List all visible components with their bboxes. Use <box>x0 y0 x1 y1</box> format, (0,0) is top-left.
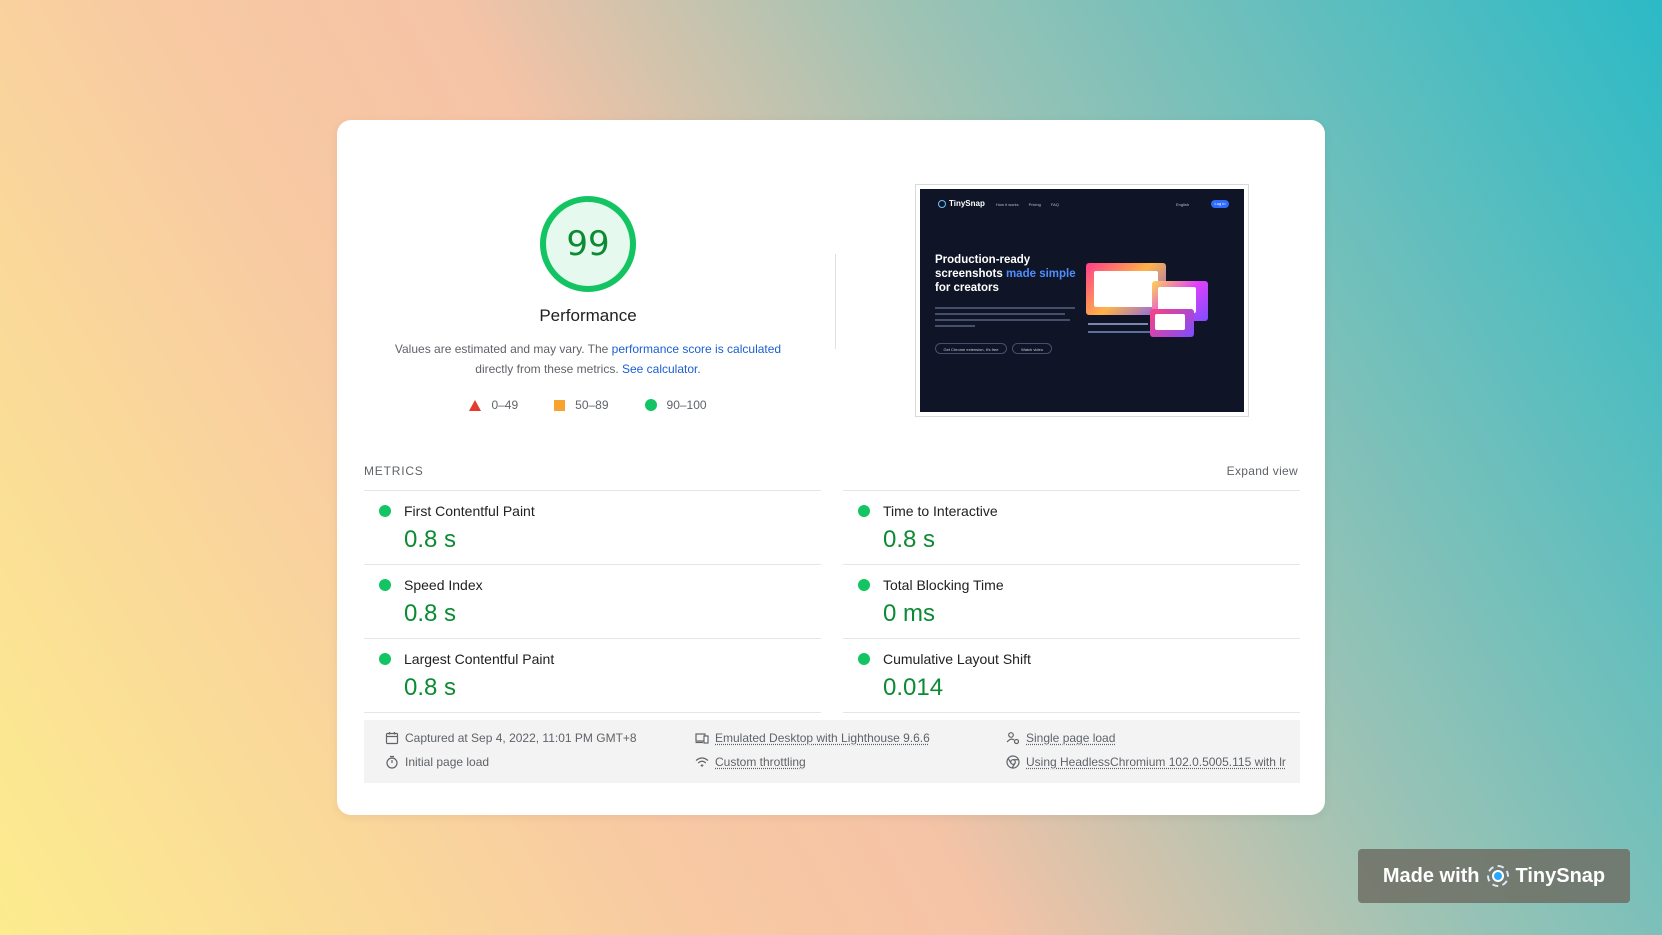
hero-highlight: made simple <box>1005 268 1076 280</box>
tinysnap-logo-icon <box>1486 865 1509 887</box>
description-text-1: Values are estimated and may vary. The <box>394 342 612 356</box>
thumbnail-social-row <box>1088 323 1148 325</box>
footer-single-page-text: Single page load <box>1026 731 1116 745</box>
footer-emulated-text: Emulated Desktop with Lighthouse 9.6.6 <box>715 731 930 745</box>
pass-circle-icon <box>858 579 870 591</box>
thumbnail-logo: TinySnap <box>938 199 985 208</box>
footer-throttling[interactable]: Custom throttling <box>695 755 806 769</box>
metric-value: 0.8 s <box>883 526 936 553</box>
legend-average: 50–89 <box>554 398 609 412</box>
legend-average-label: 50–89 <box>575 398 609 412</box>
square-orange-icon <box>554 399 566 411</box>
calendar-icon <box>385 732 399 745</box>
circle-green-icon <box>644 399 657 411</box>
pass-circle-icon <box>379 653 391 665</box>
footer-captured-text: Captured at Sep 4, 2022, 11:01 PM GMT+8 <box>405 731 637 745</box>
thumbnail-nav: How it works Pricing FAQ <box>996 202 1059 207</box>
metric-value: 0.8 s <box>404 600 457 627</box>
metric-value: 0.8 s <box>404 674 457 701</box>
pass-circle-icon <box>858 653 870 665</box>
footer-single-page-load[interactable]: Single page load <box>1006 731 1115 745</box>
thumbnail-primary-button: Get Chrome extension, it's free <box>935 343 1007 354</box>
devices-icon <box>695 733 709 744</box>
metric-value: 0 ms <box>883 600 936 627</box>
performance-title: Performance <box>539 306 637 325</box>
hero-line-3: for creators <box>935 282 999 294</box>
thumbnail-language: English <box>1176 202 1190 207</box>
wifi-icon <box>695 757 709 767</box>
metric-largest-contentful-paint: Largest Contentful Paint 0.8 s <box>364 638 821 713</box>
metric-time-to-interactive: Time to Interactive 0.8 s <box>843 490 1300 564</box>
thumbnail-nav-item: Pricing <box>1028 202 1041 207</box>
triangle-red-icon <box>469 399 482 411</box>
metric-label: Cumulative Layout Shift <box>883 651 1031 667</box>
runtime-settings-footer: Captured at Sep 4, 2022, 11:01 PM GMT+8 … <box>364 720 1300 783</box>
thumbnail-nav-item: FAQ <box>1050 202 1059 207</box>
legend-fail: 0–49 <box>469 398 518 412</box>
thumbnail-secondary-button: Watch video <box>1012 343 1052 354</box>
thumbnail-hero-heading: Production-ready screenshots made simple… <box>935 253 1085 295</box>
final-screenshot-thumbnail[interactable]: TinySnap How it works Pricing FAQ Englis… <box>915 184 1249 417</box>
hero-line-1: Production-ready <box>935 254 1031 266</box>
pass-circle-icon <box>379 505 391 517</box>
legend-fail-label: 0–49 <box>491 398 519 412</box>
metric-speed-index: Speed Index 0.8 s <box>364 564 821 638</box>
logo-icon <box>938 199 946 208</box>
metric-label: Time to Interactive <box>883 503 998 519</box>
performance-gauge: 99 <box>538 194 638 294</box>
footer-throttling-text: Custom throttling <box>715 755 806 769</box>
hero-text-line <box>935 307 1075 309</box>
performance-description: Values are estimated and may vary. The p… <box>388 339 788 379</box>
pass-circle-icon <box>379 579 391 591</box>
metric-value: 0.014 <box>883 674 944 701</box>
person-gear-icon <box>1006 732 1020 745</box>
footer-captured: Captured at Sep 4, 2022, 11:01 PM GMT+8 <box>385 731 637 745</box>
metric-cumulative-layout-shift: Cumulative Layout Shift 0.014 <box>843 638 1300 713</box>
stopwatch-icon <box>386 755 398 769</box>
hero-text-line <box>935 325 975 327</box>
footer-emulated-device[interactable]: Emulated Desktop with Lighthouse 9.6.6 <box>695 731 930 745</box>
chrome-icon <box>1006 755 1020 769</box>
score-calculated-link[interactable]: performance score is calculated <box>612 342 781 356</box>
footer-browser-text: Using HeadlessChromium 102.0.5005.115 wi… <box>1026 755 1286 769</box>
legend-pass: 90–100 <box>644 398 707 412</box>
metric-total-blocking-time: Total Blocking Time 0 ms <box>843 564 1300 638</box>
metrics-heading: METRICS <box>364 464 424 478</box>
thumbnail-social-row <box>1088 331 1150 333</box>
score-legend: 0–49 50–89 90–100 <box>388 398 788 412</box>
thumbnail-graphic <box>1150 309 1194 337</box>
thumbnail-login-button: Log in <box>1211 200 1229 208</box>
footer-browser[interactable]: Using HeadlessChromium 102.0.5005.115 wi… <box>1006 755 1286 769</box>
badge-brand: TinySnap <box>1515 864 1606 887</box>
footer-initial-load: Initial page load <box>385 755 489 769</box>
made-with-tinysnap-badge[interactable]: Made with TinySnap <box>1358 849 1630 903</box>
metric-label: First Contentful Paint <box>404 503 535 519</box>
metric-label: Total Blocking Time <box>883 577 1004 593</box>
expand-view-toggle[interactable]: Expand view <box>1227 464 1298 478</box>
metrics-column-right: Time to Interactive 0.8 s Total Blocking… <box>843 490 1300 713</box>
hero-text-line <box>935 313 1065 315</box>
badge-text: Made with <box>1382 864 1480 887</box>
legend-pass-label: 90–100 <box>666 398 707 412</box>
lighthouse-report-card: 99 Performance Values are estimated and … <box>337 120 1325 815</box>
metric-label: Largest Contentful Paint <box>404 651 555 667</box>
thumbnail-graphic-window <box>1094 271 1158 307</box>
metrics-column-left: First Contentful Paint 0.8 s Speed Index… <box>364 490 821 713</box>
thumbnail-logo-text: TinySnap <box>949 199 985 208</box>
pass-circle-icon <box>858 505 870 517</box>
hero-line-2: screenshots <box>935 268 1006 280</box>
metric-label: Speed Index <box>404 577 483 593</box>
section-divider <box>835 254 836 349</box>
description-text-2: directly from these metrics. <box>475 362 622 376</box>
hero-text-line <box>935 319 1070 321</box>
thumbnail-nav-item: How it works <box>996 202 1019 207</box>
metric-value: 0.8 s <box>404 526 457 553</box>
thumbnail-graphic-window <box>1155 314 1185 330</box>
metric-first-contentful-paint: First Contentful Paint 0.8 s <box>364 490 821 564</box>
see-calculator-link[interactable]: See calculator. <box>622 362 701 376</box>
footer-initial-load-text: Initial page load <box>405 755 490 769</box>
performance-score: 99 <box>566 224 610 264</box>
screenshot-image: TinySnap How it works Pricing FAQ Englis… <box>920 189 1244 412</box>
